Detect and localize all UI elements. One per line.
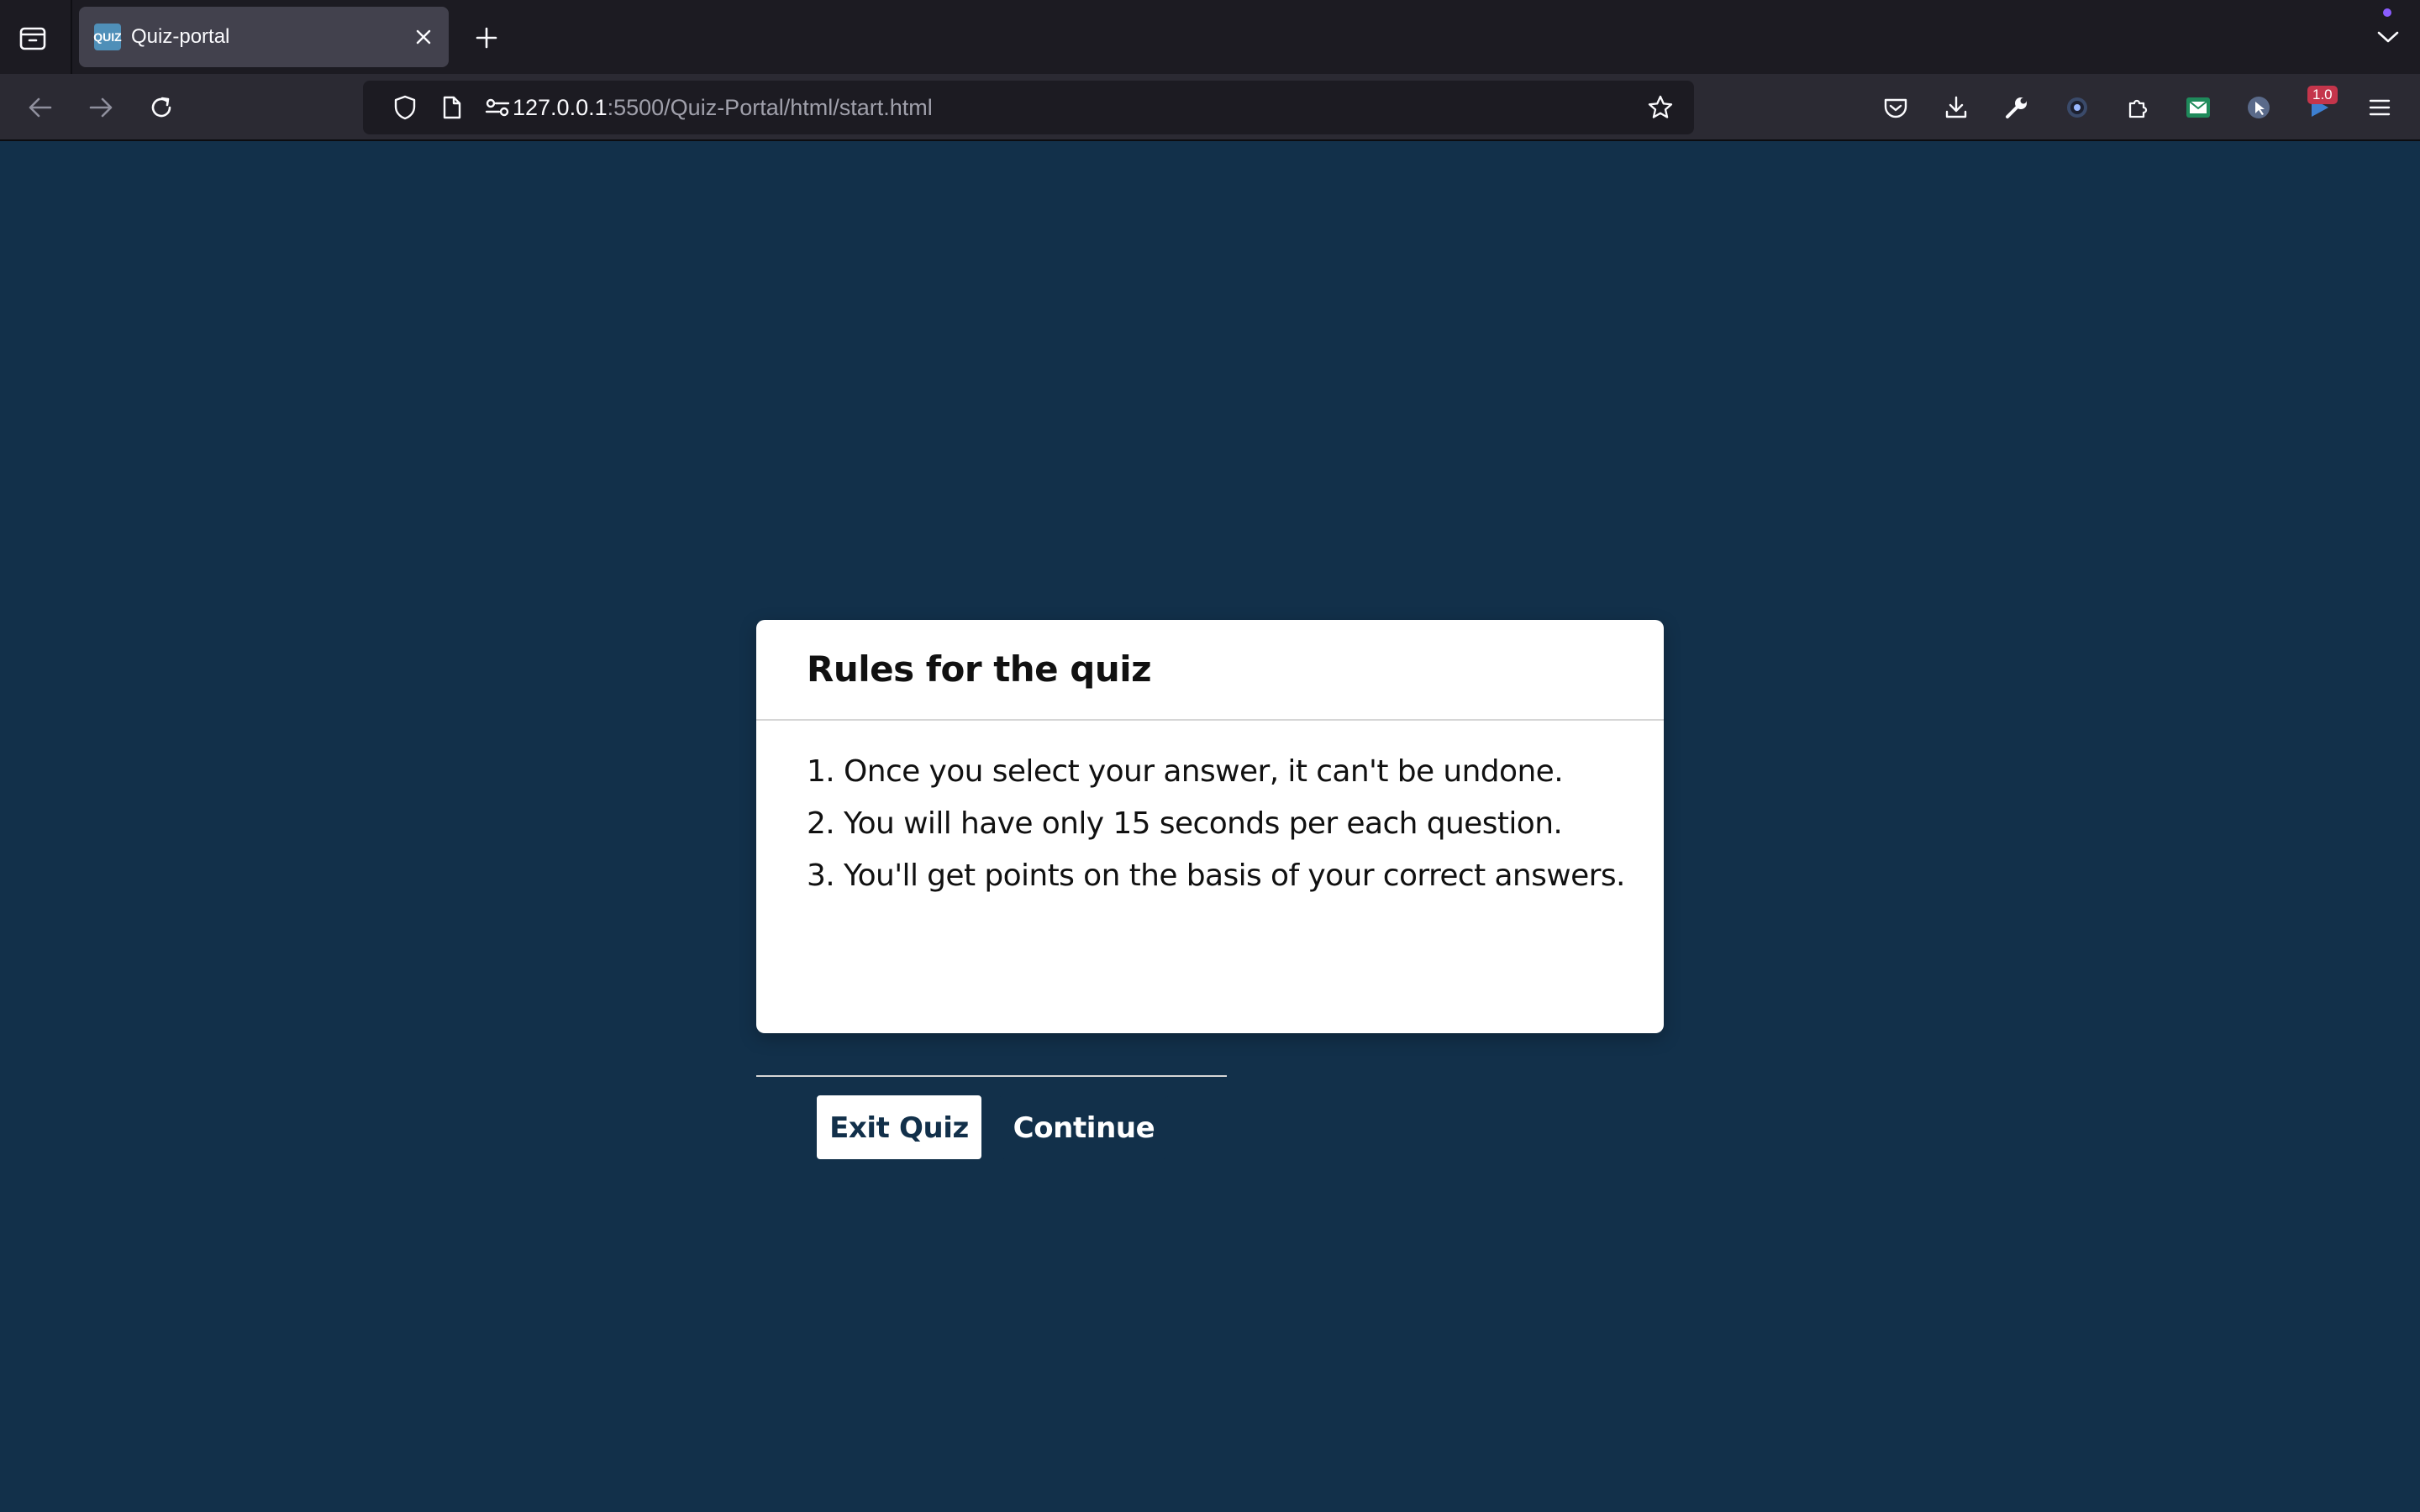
rule-item: 2. You will have only 15 seconds per eac… bbox=[807, 806, 1563, 841]
modal-footer-divider bbox=[756, 1075, 1227, 1077]
extensions-puzzle-icon[interactable] bbox=[2121, 91, 2154, 124]
rule-item: 1. Once you select your answer, it can't… bbox=[807, 754, 1564, 789]
back-arrow-icon[interactable] bbox=[24, 91, 57, 124]
active-tab[interactable]: QUIZ Quiz-portal bbox=[79, 7, 449, 67]
url-host: 127.0.0.1 bbox=[513, 95, 608, 120]
tabbar-divider bbox=[71, 0, 72, 74]
page-viewport: Rules for the quiz 1. Once you select yo… bbox=[0, 141, 2420, 1512]
firefox-view-icon[interactable] bbox=[17, 22, 49, 54]
wrench-icon[interactable] bbox=[2000, 91, 2033, 124]
forward-arrow-icon[interactable] bbox=[84, 91, 118, 124]
modal-title: Rules for the quiz bbox=[807, 648, 1152, 690]
permissions-icon[interactable] bbox=[481, 91, 514, 124]
new-tab-icon[interactable] bbox=[471, 22, 502, 54]
cursor-extension-icon[interactable] bbox=[2242, 91, 2275, 124]
exit-quiz-button[interactable]: Exit Quiz bbox=[815, 1094, 983, 1161]
bookmark-star-icon[interactable] bbox=[1644, 91, 1677, 124]
url-path: :5500/Quiz-Portal/html/start.html bbox=[607, 95, 933, 120]
reload-icon[interactable] bbox=[145, 91, 178, 124]
rules-list: 1. Once you select your answer, it can't… bbox=[807, 746, 1647, 902]
address-bar[interactable]: 127.0.0.1:5500/Quiz-Portal/html/start.ht… bbox=[363, 81, 1694, 134]
mail-extension-icon[interactable] bbox=[2181, 91, 2215, 124]
notification-dot-icon bbox=[2383, 8, 2391, 17]
page-icon[interactable] bbox=[435, 91, 469, 124]
continue-button[interactable]: Continue bbox=[1000, 1094, 1168, 1161]
hamburger-menu-icon[interactable] bbox=[2363, 91, 2396, 124]
download-icon[interactable] bbox=[1939, 91, 1973, 124]
modal-header-divider bbox=[756, 719, 1664, 721]
tab-bar: QUIZ Quiz-portal bbox=[0, 0, 2420, 74]
quiz-favicon-icon: QUIZ bbox=[93, 24, 122, 50]
rules-modal: Rules for the quiz 1. Once you select yo… bbox=[756, 620, 1664, 1161]
tab-title: Quiz-portal bbox=[131, 25, 230, 48]
shield-icon[interactable] bbox=[388, 91, 422, 124]
pocket-icon[interactable] bbox=[1879, 91, 1912, 124]
extension-orb-icon[interactable] bbox=[2060, 91, 2094, 124]
url-text[interactable]: 127.0.0.1:5500/Quiz-Portal/html/start.ht… bbox=[513, 81, 933, 134]
rule-item: 3. You'll get points on the basis of you… bbox=[807, 858, 1625, 893]
close-tab-icon[interactable] bbox=[408, 22, 439, 52]
chevron-down-icon[interactable] bbox=[2371, 20, 2405, 54]
extension-badge: 1.0 bbox=[2307, 86, 2338, 104]
